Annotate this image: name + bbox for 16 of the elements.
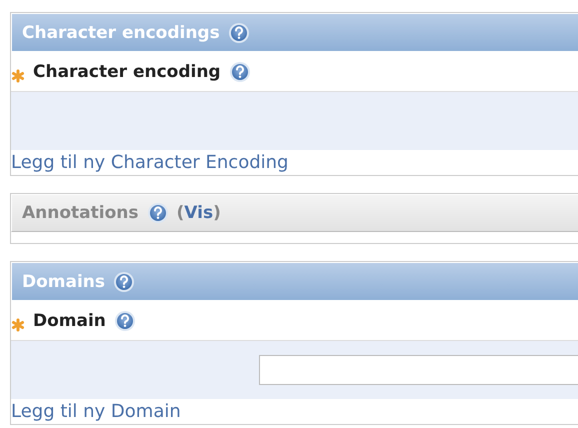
help-icon[interactable] (228, 60, 251, 82)
add-link[interactable]: Legg til ny Character Encoding (11, 150, 288, 175)
field-label: Domain (33, 310, 106, 330)
paren: ( (176, 203, 184, 223)
paren: ) (213, 203, 221, 223)
help-icon[interactable] (146, 202, 168, 224)
field-label: Character encoding (33, 62, 221, 82)
section-title: Annotations (22, 203, 138, 223)
section-title: Character encodings (22, 22, 220, 42)
section-title: Domains (22, 272, 106, 292)
help-icon[interactable] (228, 22, 250, 44)
show-link[interactable]: Vis (184, 203, 214, 223)
help-icon[interactable] (113, 270, 136, 292)
help-icon[interactable] (114, 310, 136, 332)
add-link[interactable]: Legg til ny Domain (11, 399, 181, 424)
input-field[interactable] (259, 355, 578, 385)
